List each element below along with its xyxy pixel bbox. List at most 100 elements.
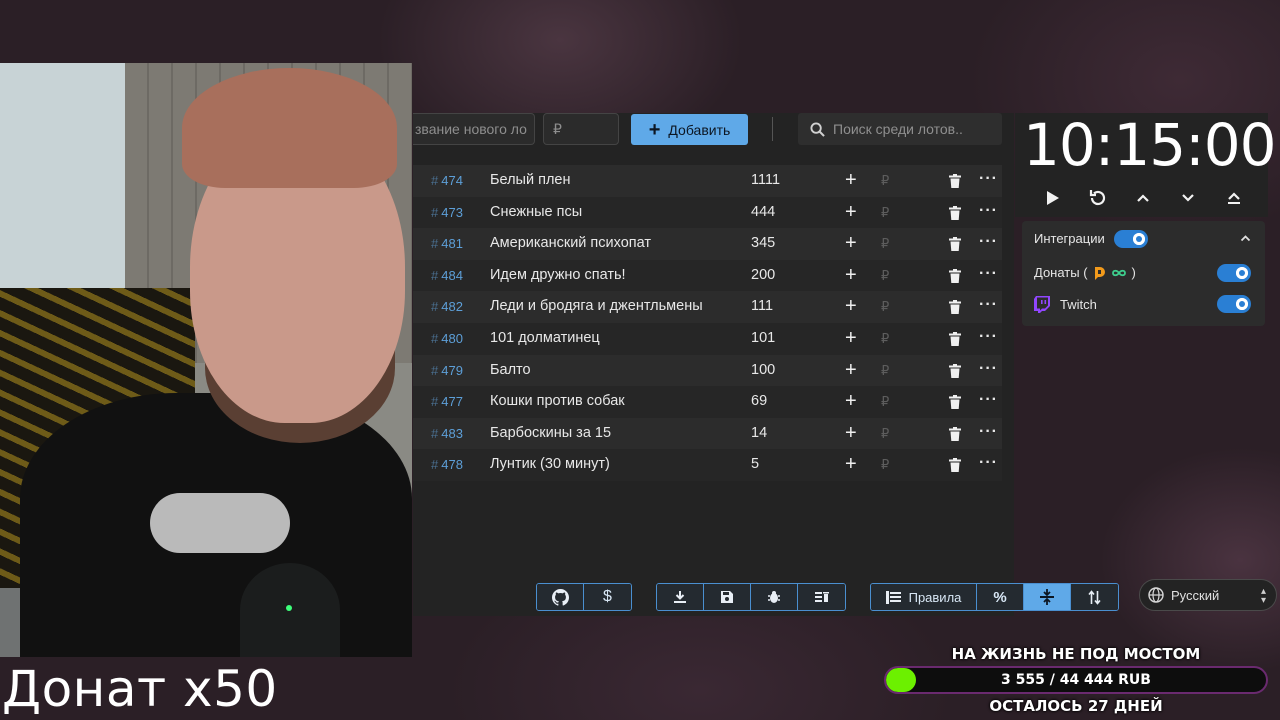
- add-to-lot-button[interactable]: +: [845, 165, 857, 197]
- save-button[interactable]: [704, 584, 751, 610]
- lot-id-value: 481: [441, 236, 463, 252]
- more-options-button[interactable]: ···: [979, 260, 998, 288]
- goal-title: НА ЖИЗНЬ НЕ ПОД МОСТОМ: [951, 645, 1201, 663]
- hash-icon: #: [431, 362, 439, 378]
- more-options-button[interactable]: ···: [979, 355, 998, 383]
- more-options-button[interactable]: ···: [979, 228, 998, 256]
- delete-lot-button[interactable]: [949, 458, 961, 476]
- download-icon: [674, 591, 686, 603]
- lot-amount: 111: [751, 298, 774, 315]
- add-to-lot-button[interactable]: +: [845, 386, 857, 418]
- decrease-time-button[interactable]: [1177, 187, 1199, 209]
- more-options-button[interactable]: ···: [979, 291, 998, 319]
- delete-lot-button[interactable]: [949, 237, 961, 255]
- add-to-lot-button[interactable]: +: [845, 323, 857, 355]
- delete-lot-button[interactable]: [949, 268, 961, 287]
- chevron-down-icon: [1182, 194, 1194, 202]
- delete-lot-button[interactable]: [949, 300, 961, 318]
- reset-timer-button[interactable]: [1087, 187, 1109, 209]
- delete-lot-button[interactable]: [949, 426, 961, 445]
- lot-name[interactable]: 101 долматинец: [490, 323, 600, 355]
- compress-mode-button[interactable]: [1024, 584, 1071, 610]
- add-to-lot-button[interactable]: +: [845, 449, 857, 481]
- lot-price-input[interactable]: ₽: [881, 323, 889, 355]
- percent-mode-button[interactable]: %: [977, 584, 1024, 610]
- new-lot-price-input[interactable]: ₽: [543, 113, 619, 145]
- book-icon: [885, 590, 901, 604]
- file-button-group: [656, 583, 846, 611]
- twitch-label: Twitch: [1060, 296, 1097, 312]
- more-options-button[interactable]: ···: [979, 418, 998, 446]
- integrations-master-toggle[interactable]: [1114, 230, 1148, 248]
- lot-amount: 345: [751, 235, 776, 252]
- links-button-group: $: [536, 583, 632, 611]
- lot-price-input[interactable]: ₽: [881, 386, 889, 418]
- lot-price-input[interactable]: ₽: [881, 228, 889, 260]
- lot-name[interactable]: Американский психопат: [490, 228, 651, 260]
- play-button[interactable]: [1042, 187, 1064, 209]
- lot-price-input[interactable]: ₽: [881, 260, 889, 292]
- lot-name[interactable]: Лунтик (30 минут): [490, 449, 610, 481]
- more-options-button[interactable]: ···: [979, 449, 998, 477]
- add-to-lot-button[interactable]: +: [845, 260, 857, 292]
- add-to-lot-button[interactable]: +: [845, 197, 857, 229]
- lot-name[interactable]: Леди и бродяга и джентльмены: [490, 291, 703, 323]
- trash-icon: [949, 300, 961, 318]
- lot-name[interactable]: Идем дружно спать!: [490, 260, 626, 292]
- more-options-button[interactable]: ···: [979, 165, 998, 193]
- add-to-lot-button[interactable]: +: [845, 228, 857, 260]
- lot-name[interactable]: Снежные псы: [490, 197, 582, 229]
- delete-lot-button[interactable]: [949, 363, 961, 382]
- new-lot-name-input[interactable]: звание нового ло: [413, 113, 535, 145]
- delete-lot-button[interactable]: [949, 331, 961, 350]
- more-options-button[interactable]: ···: [979, 323, 998, 351]
- sort-button[interactable]: [1071, 584, 1118, 610]
- lot-price-input[interactable]: ₽: [881, 355, 889, 387]
- hash-icon: #: [431, 457, 439, 473]
- download-button[interactable]: [657, 584, 704, 610]
- add-to-lot-button[interactable]: +: [845, 418, 857, 450]
- lot-id-value: 484: [441, 267, 463, 283]
- lot-price-input[interactable]: ₽: [881, 197, 889, 229]
- lot-price-input[interactable]: ₽: [881, 165, 889, 197]
- twitch-toggle[interactable]: [1217, 295, 1251, 313]
- lot-name[interactable]: Белый плен: [490, 165, 571, 197]
- chevron-up-icon[interactable]: [1240, 231, 1251, 245]
- lot-name[interactable]: Балто: [490, 355, 531, 387]
- language-value: Русский: [1171, 587, 1220, 603]
- clear-lots-button[interactable]: [798, 584, 845, 610]
- lot-search-input[interactable]: Поиск среди лотов..: [798, 113, 1002, 145]
- lot-row: #474 Белый плен 1111 + ₽ ···: [413, 165, 1002, 197]
- language-select[interactable]: Русский ▴ ▾: [1139, 579, 1277, 611]
- lot-id-value: 474: [441, 173, 463, 188]
- hash-icon: #: [431, 204, 439, 220]
- github-button[interactable]: [537, 584, 584, 610]
- lot-name[interactable]: Барбоскины за 15: [490, 418, 611, 450]
- lot-id-value: 479: [441, 362, 463, 378]
- trash-list-icon: [815, 592, 829, 602]
- delete-lot-button[interactable]: [949, 174, 961, 192]
- rules-button[interactable]: Правила: [871, 584, 977, 610]
- add-to-lot-button[interactable]: +: [845, 291, 857, 323]
- trash-icon: [949, 174, 961, 192]
- donations-toggle[interactable]: [1217, 264, 1251, 282]
- toolbar-divider: [772, 117, 773, 141]
- lot-name[interactable]: Кошки против собак: [490, 386, 625, 418]
- search-icon: [810, 121, 825, 137]
- delete-lot-button[interactable]: [949, 205, 961, 224]
- increase-time-button[interactable]: [1132, 187, 1154, 209]
- delete-lot-button[interactable]: [949, 395, 961, 413]
- lot-id-value: 473: [441, 204, 463, 220]
- double-time-button[interactable]: [1223, 187, 1245, 209]
- add-lot-button[interactable]: + Добавить: [631, 114, 748, 145]
- report-bug-button[interactable]: [751, 584, 798, 610]
- add-to-lot-button[interactable]: +: [845, 355, 857, 387]
- lot-price-input[interactable]: ₽: [881, 291, 889, 323]
- more-options-button[interactable]: ···: [979, 197, 998, 225]
- lot-toolbar: звание нового ло ₽ + Добавить Поиск сред…: [413, 113, 1014, 147]
- trash-icon: [949, 205, 961, 224]
- donate-button[interactable]: $: [584, 584, 631, 610]
- more-options-button[interactable]: ···: [979, 386, 998, 414]
- lot-price-input[interactable]: ₽: [881, 418, 889, 450]
- lot-price-input[interactable]: ₽: [881, 449, 889, 481]
